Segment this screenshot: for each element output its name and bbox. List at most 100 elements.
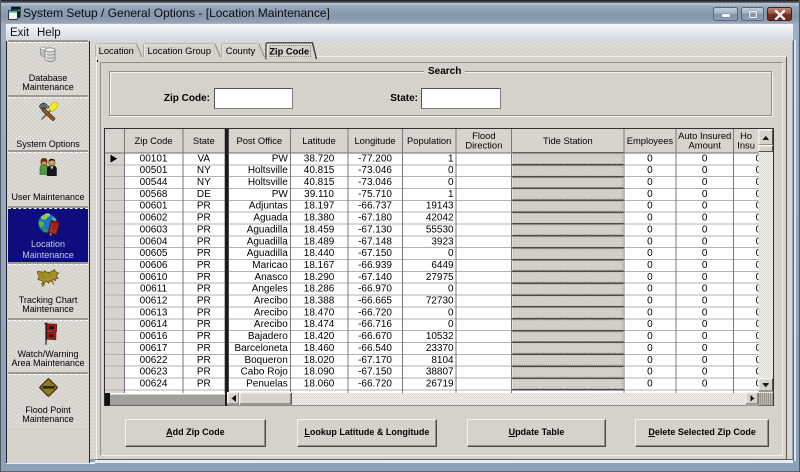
svg-text:0: 0	[702, 165, 708, 176]
svg-text:0: 0	[702, 272, 708, 283]
svg-text:PW: PW	[271, 189, 288, 200]
svg-text:Arecibo: Arecibo	[254, 295, 288, 306]
svg-text:0: 0	[647, 331, 653, 342]
svg-text:72730: 72730	[426, 295, 454, 306]
svg-text:Maricao: Maricao	[252, 260, 288, 271]
svg-text:Zip Code: Zip Code	[134, 135, 172, 146]
svg-text:PR: PR	[197, 272, 211, 283]
svg-text:PR: PR	[197, 378, 211, 389]
svg-text:1: 1	[448, 153, 454, 164]
svg-text:-67.150: -67.150	[358, 248, 392, 259]
svg-text:DE: DE	[197, 189, 211, 200]
svg-text:-66.720: -66.720	[358, 378, 392, 389]
svg-text:Adjuntas: Adjuntas	[249, 201, 288, 212]
svg-text:0: 0	[702, 319, 708, 330]
svg-text:00544: 00544	[139, 177, 167, 188]
svg-text:-67.130: -67.130	[358, 224, 392, 235]
svg-text:00623: 00623	[139, 367, 167, 378]
svg-text:0: 0	[702, 224, 708, 235]
svg-text:18.388: 18.388	[303, 295, 334, 306]
svg-text:-66.720: -66.720	[358, 307, 392, 318]
svg-text:18.197: 18.197	[303, 201, 334, 212]
svg-text:Angeles: Angeles	[251, 284, 287, 295]
svg-text:00616: 00616	[139, 331, 167, 342]
svg-text:27975: 27975	[426, 272, 454, 283]
svg-text:18.460: 18.460	[303, 343, 334, 354]
svg-text:Arecibo: Arecibo	[254, 319, 288, 330]
svg-text:18.459: 18.459	[303, 224, 334, 235]
svg-text:0: 0	[647, 307, 653, 318]
svg-text:10532: 10532	[426, 331, 454, 342]
svg-text:Longitude: Longitude	[354, 135, 395, 146]
svg-text:40.815: 40.815	[303, 165, 334, 176]
svg-text:8104: 8104	[431, 355, 454, 366]
svg-text:00622: 00622	[139, 355, 167, 366]
svg-text:3923: 3923	[431, 236, 454, 247]
svg-text:42042: 42042	[426, 212, 454, 223]
svg-text:0: 0	[647, 272, 653, 283]
svg-text:00101: 00101	[139, 153, 167, 164]
svg-text:Aguada: Aguada	[253, 212, 288, 223]
svg-text:55530: 55530	[426, 224, 454, 235]
svg-text:Holtsville: Holtsville	[248, 177, 288, 188]
svg-text:PR: PR	[197, 260, 211, 271]
svg-text:PR: PR	[197, 295, 211, 306]
svg-text:Penuelas: Penuelas	[246, 378, 288, 389]
svg-text:Bajadero: Bajadero	[248, 331, 288, 342]
svg-text:18.420: 18.420	[303, 331, 334, 342]
svg-text:0: 0	[647, 260, 653, 271]
svg-text:38.720: 38.720	[303, 153, 334, 164]
svg-text:00617: 00617	[139, 343, 167, 354]
svg-text:-66.939: -66.939	[358, 260, 392, 271]
svg-text:PR: PR	[197, 212, 211, 223]
svg-text:18.489: 18.489	[303, 236, 334, 247]
svg-text:0: 0	[647, 153, 653, 164]
svg-text:0: 0	[448, 165, 454, 176]
svg-text:0: 0	[702, 307, 708, 318]
svg-text:Amount: Amount	[688, 139, 721, 150]
svg-text:NY: NY	[197, 165, 211, 176]
svg-text:0: 0	[702, 295, 708, 306]
svg-text:18.286: 18.286	[303, 284, 334, 295]
svg-text:PR: PR	[197, 236, 211, 247]
svg-text:18.090: 18.090	[303, 367, 334, 378]
svg-text:-73.046: -73.046	[358, 165, 392, 176]
svg-text:0: 0	[702, 260, 708, 271]
svg-text:38807: 38807	[426, 367, 454, 378]
svg-text:Latitude: Latitude	[302, 135, 335, 146]
svg-text:00604: 00604	[139, 236, 167, 247]
svg-text:0: 0	[702, 355, 708, 366]
svg-text:0: 0	[647, 367, 653, 378]
svg-text:VA: VA	[197, 153, 210, 164]
svg-text:0: 0	[448, 307, 454, 318]
svg-text:00602: 00602	[139, 212, 167, 223]
svg-text:18.060: 18.060	[303, 378, 334, 389]
svg-text:0: 0	[702, 284, 708, 295]
svg-text:00605: 00605	[139, 248, 167, 259]
svg-text:PR: PR	[197, 224, 211, 235]
svg-text:0: 0	[448, 284, 454, 295]
svg-text:-66.737: -66.737	[358, 201, 392, 212]
svg-text:26719: 26719	[426, 378, 454, 389]
svg-text:0: 0	[647, 378, 653, 389]
svg-text:00611: 00611	[140, 284, 167, 295]
svg-text:Insu: Insu	[737, 139, 755, 150]
svg-text:-73.046: -73.046	[358, 177, 392, 188]
svg-text:0: 0	[647, 319, 653, 330]
svg-text:00603: 00603	[139, 224, 167, 235]
svg-text:18.470: 18.470	[303, 307, 334, 318]
svg-text:PR: PR	[197, 319, 211, 330]
svg-text:0: 0	[702, 248, 708, 259]
svg-text:-75.710: -75.710	[358, 189, 392, 200]
svg-text:0: 0	[647, 201, 653, 212]
svg-text:Aguadilla: Aguadilla	[246, 248, 288, 259]
svg-text:0: 0	[702, 367, 708, 378]
svg-text:-67.148: -67.148	[358, 236, 392, 247]
svg-text:1: 1	[448, 189, 454, 200]
svg-text:18.020: 18.020	[303, 355, 334, 366]
svg-text:18.440: 18.440	[303, 248, 334, 259]
svg-text:Zip Code: Zip Code	[269, 46, 309, 56]
svg-text:-66.670: -66.670	[358, 331, 392, 342]
svg-text:0: 0	[702, 343, 708, 354]
svg-text:0: 0	[448, 177, 454, 188]
